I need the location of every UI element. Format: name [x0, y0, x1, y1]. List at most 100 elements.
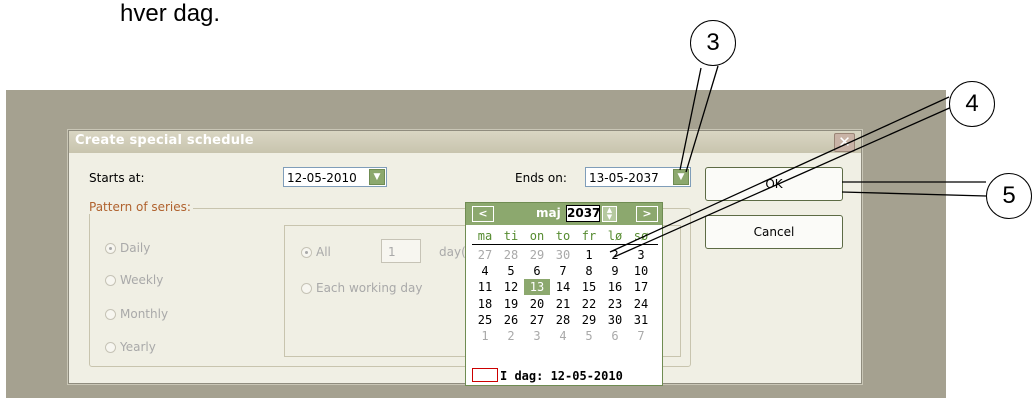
- cancel-button[interactable]: Cancel: [705, 215, 843, 249]
- calendar-day[interactable]: 29: [524, 247, 550, 263]
- calendar-day[interactable]: 29: [576, 312, 602, 328]
- calendar-day[interactable]: 15: [576, 279, 602, 295]
- calendar-day[interactable]: 26: [498, 312, 524, 328]
- next-month-button[interactable]: >: [636, 206, 658, 222]
- calendar-day[interactable]: 10: [628, 263, 654, 279]
- calendar-day[interactable]: 22: [576, 296, 602, 312]
- calendar-day[interactable]: 18: [472, 296, 498, 312]
- document-text: hver dag.: [120, 0, 221, 27]
- weekday-1: ti: [503, 229, 519, 243]
- radio-each-working-day-label: Each working day: [316, 281, 423, 295]
- calendar-day[interactable]: 20: [524, 296, 550, 312]
- radio-dot-icon: [301, 283, 312, 294]
- prev-month-button[interactable]: <: [472, 206, 494, 222]
- ends-on-field[interactable]: 13-05-2037 ▼: [585, 167, 691, 187]
- callout-5: 5: [986, 173, 1032, 219]
- calendar-day[interactable]: 1: [576, 247, 602, 263]
- calendar-day[interactable]: 7: [628, 328, 654, 344]
- weekday-0: ma: [477, 229, 493, 243]
- interval-field[interactable]: 1: [381, 239, 421, 263]
- calendar-day[interactable]: 8: [576, 263, 602, 279]
- today-label: I dag: 12-05-2010: [500, 369, 623, 383]
- radio-dot-icon: [105, 309, 116, 320]
- calendar-day[interactable]: 24: [628, 296, 654, 312]
- starts-at-value: 12-05-2010: [287, 171, 357, 185]
- today-marker-icon: [472, 368, 498, 382]
- calendar-day[interactable]: 17: [628, 279, 654, 295]
- calendar-day[interactable]: 6: [602, 328, 628, 344]
- radio-all[interactable]: All: [301, 245, 331, 259]
- radio-weekly[interactable]: Weekly: [105, 273, 163, 287]
- radio-all-label: All: [316, 245, 331, 259]
- callout-4: 4: [949, 81, 995, 127]
- ends-on-value: 13-05-2037: [589, 171, 659, 185]
- spin-icon[interactable]: ▲ ▼: [602, 206, 617, 222]
- calendar-popup: < maj 2037 ▲ ▼ > ma ti on to fr lø sø 27 28 29 30 1…: [465, 202, 663, 386]
- calendar-day[interactable]: 2: [602, 247, 628, 263]
- radio-dot-icon: [105, 275, 116, 286]
- calendar-day[interactable]: 4: [550, 328, 576, 344]
- calendar-day[interactable]: 11: [472, 279, 498, 295]
- calendar-month: maj: [536, 206, 561, 220]
- radio-yearly-label: Yearly: [120, 340, 156, 354]
- calendar-day[interactable]: 2: [498, 328, 524, 344]
- calendar-day[interactable]: 5: [576, 328, 602, 344]
- calendar-header: < maj 2037 ▲ ▼ >: [466, 203, 662, 225]
- calendar-day[interactable]: 3: [524, 328, 550, 344]
- radio-weekly-label: Weekly: [120, 273, 164, 287]
- calendar-day[interactable]: 25: [472, 312, 498, 328]
- calendar-day[interactable]: 1: [472, 328, 498, 344]
- weekday-4: fr: [581, 229, 597, 243]
- weekday-divider: [472, 244, 658, 245]
- callout-3: 3: [690, 20, 736, 66]
- radio-each-working-day[interactable]: Each working day: [301, 281, 422, 295]
- calendar-day[interactable]: 28: [498, 247, 524, 263]
- calendar-day[interactable]: 13: [524, 279, 550, 296]
- calendar-day[interactable]: 27: [472, 247, 498, 263]
- calendar-day[interactable]: 7: [550, 263, 576, 279]
- calendar-day[interactable]: 5: [498, 263, 524, 279]
- today-row[interactable]: I dag: 12-05-2010: [472, 368, 623, 383]
- starts-at-label: Starts at:: [89, 171, 145, 185]
- radio-dot-icon: [105, 243, 116, 254]
- calendar-day[interactable]: 14: [550, 279, 576, 295]
- radio-dot-icon: [105, 342, 116, 353]
- radio-yearly[interactable]: Yearly: [105, 340, 156, 354]
- close-icon: ✕: [838, 133, 851, 151]
- calendar-day[interactable]: 19: [498, 296, 524, 312]
- calendar-year-field[interactable]: 2037: [566, 205, 600, 222]
- calendar-day[interactable]: 6: [524, 263, 550, 279]
- calendar-day[interactable]: 30: [550, 247, 576, 263]
- starts-at-field[interactable]: 12-05-2010 ▼: [283, 167, 387, 187]
- chevron-down-icon[interactable]: ▼: [369, 169, 385, 185]
- calendar-day[interactable]: 23: [602, 296, 628, 312]
- ends-on-label: Ends on:: [515, 171, 567, 185]
- calendar-day[interactable]: 30: [602, 312, 628, 328]
- calendar-day[interactable]: 12: [498, 279, 524, 295]
- calendar-day[interactable]: 28: [550, 312, 576, 328]
- calendar-day[interactable]: 21: [550, 296, 576, 312]
- ok-button[interactable]: OK: [705, 167, 843, 201]
- weekday-6: sø: [633, 229, 649, 243]
- radio-daily-label: Daily: [120, 241, 151, 255]
- chevron-right-icon: >: [642, 207, 652, 220]
- calendar-day[interactable]: 9: [602, 263, 628, 279]
- calendar-day[interactable]: 27: [524, 312, 550, 328]
- radio-monthly-label: Monthly: [120, 307, 169, 321]
- calendar-day[interactable]: 3: [628, 247, 654, 263]
- dialog-titlebar: Create special schedule ✕: [69, 131, 861, 153]
- dialog-title: Create special schedule: [75, 133, 254, 148]
- weekday-3: to: [555, 229, 571, 243]
- weekday-2: on: [529, 229, 545, 243]
- radio-daily[interactable]: Daily: [105, 241, 150, 255]
- weekday-5: lø: [607, 229, 623, 243]
- chevron-left-icon: <: [478, 207, 488, 220]
- calendar-day[interactable]: 4: [472, 263, 498, 279]
- radio-monthly[interactable]: Monthly: [105, 307, 168, 321]
- calendar-day[interactable]: 31: [628, 312, 654, 328]
- pattern-label: Pattern of series:: [87, 200, 193, 214]
- close-button[interactable]: ✕: [834, 133, 855, 152]
- chevron-down-icon[interactable]: ▼: [673, 169, 689, 185]
- calendar-day[interactable]: 16: [602, 279, 628, 295]
- radio-dot-icon: [301, 247, 312, 258]
